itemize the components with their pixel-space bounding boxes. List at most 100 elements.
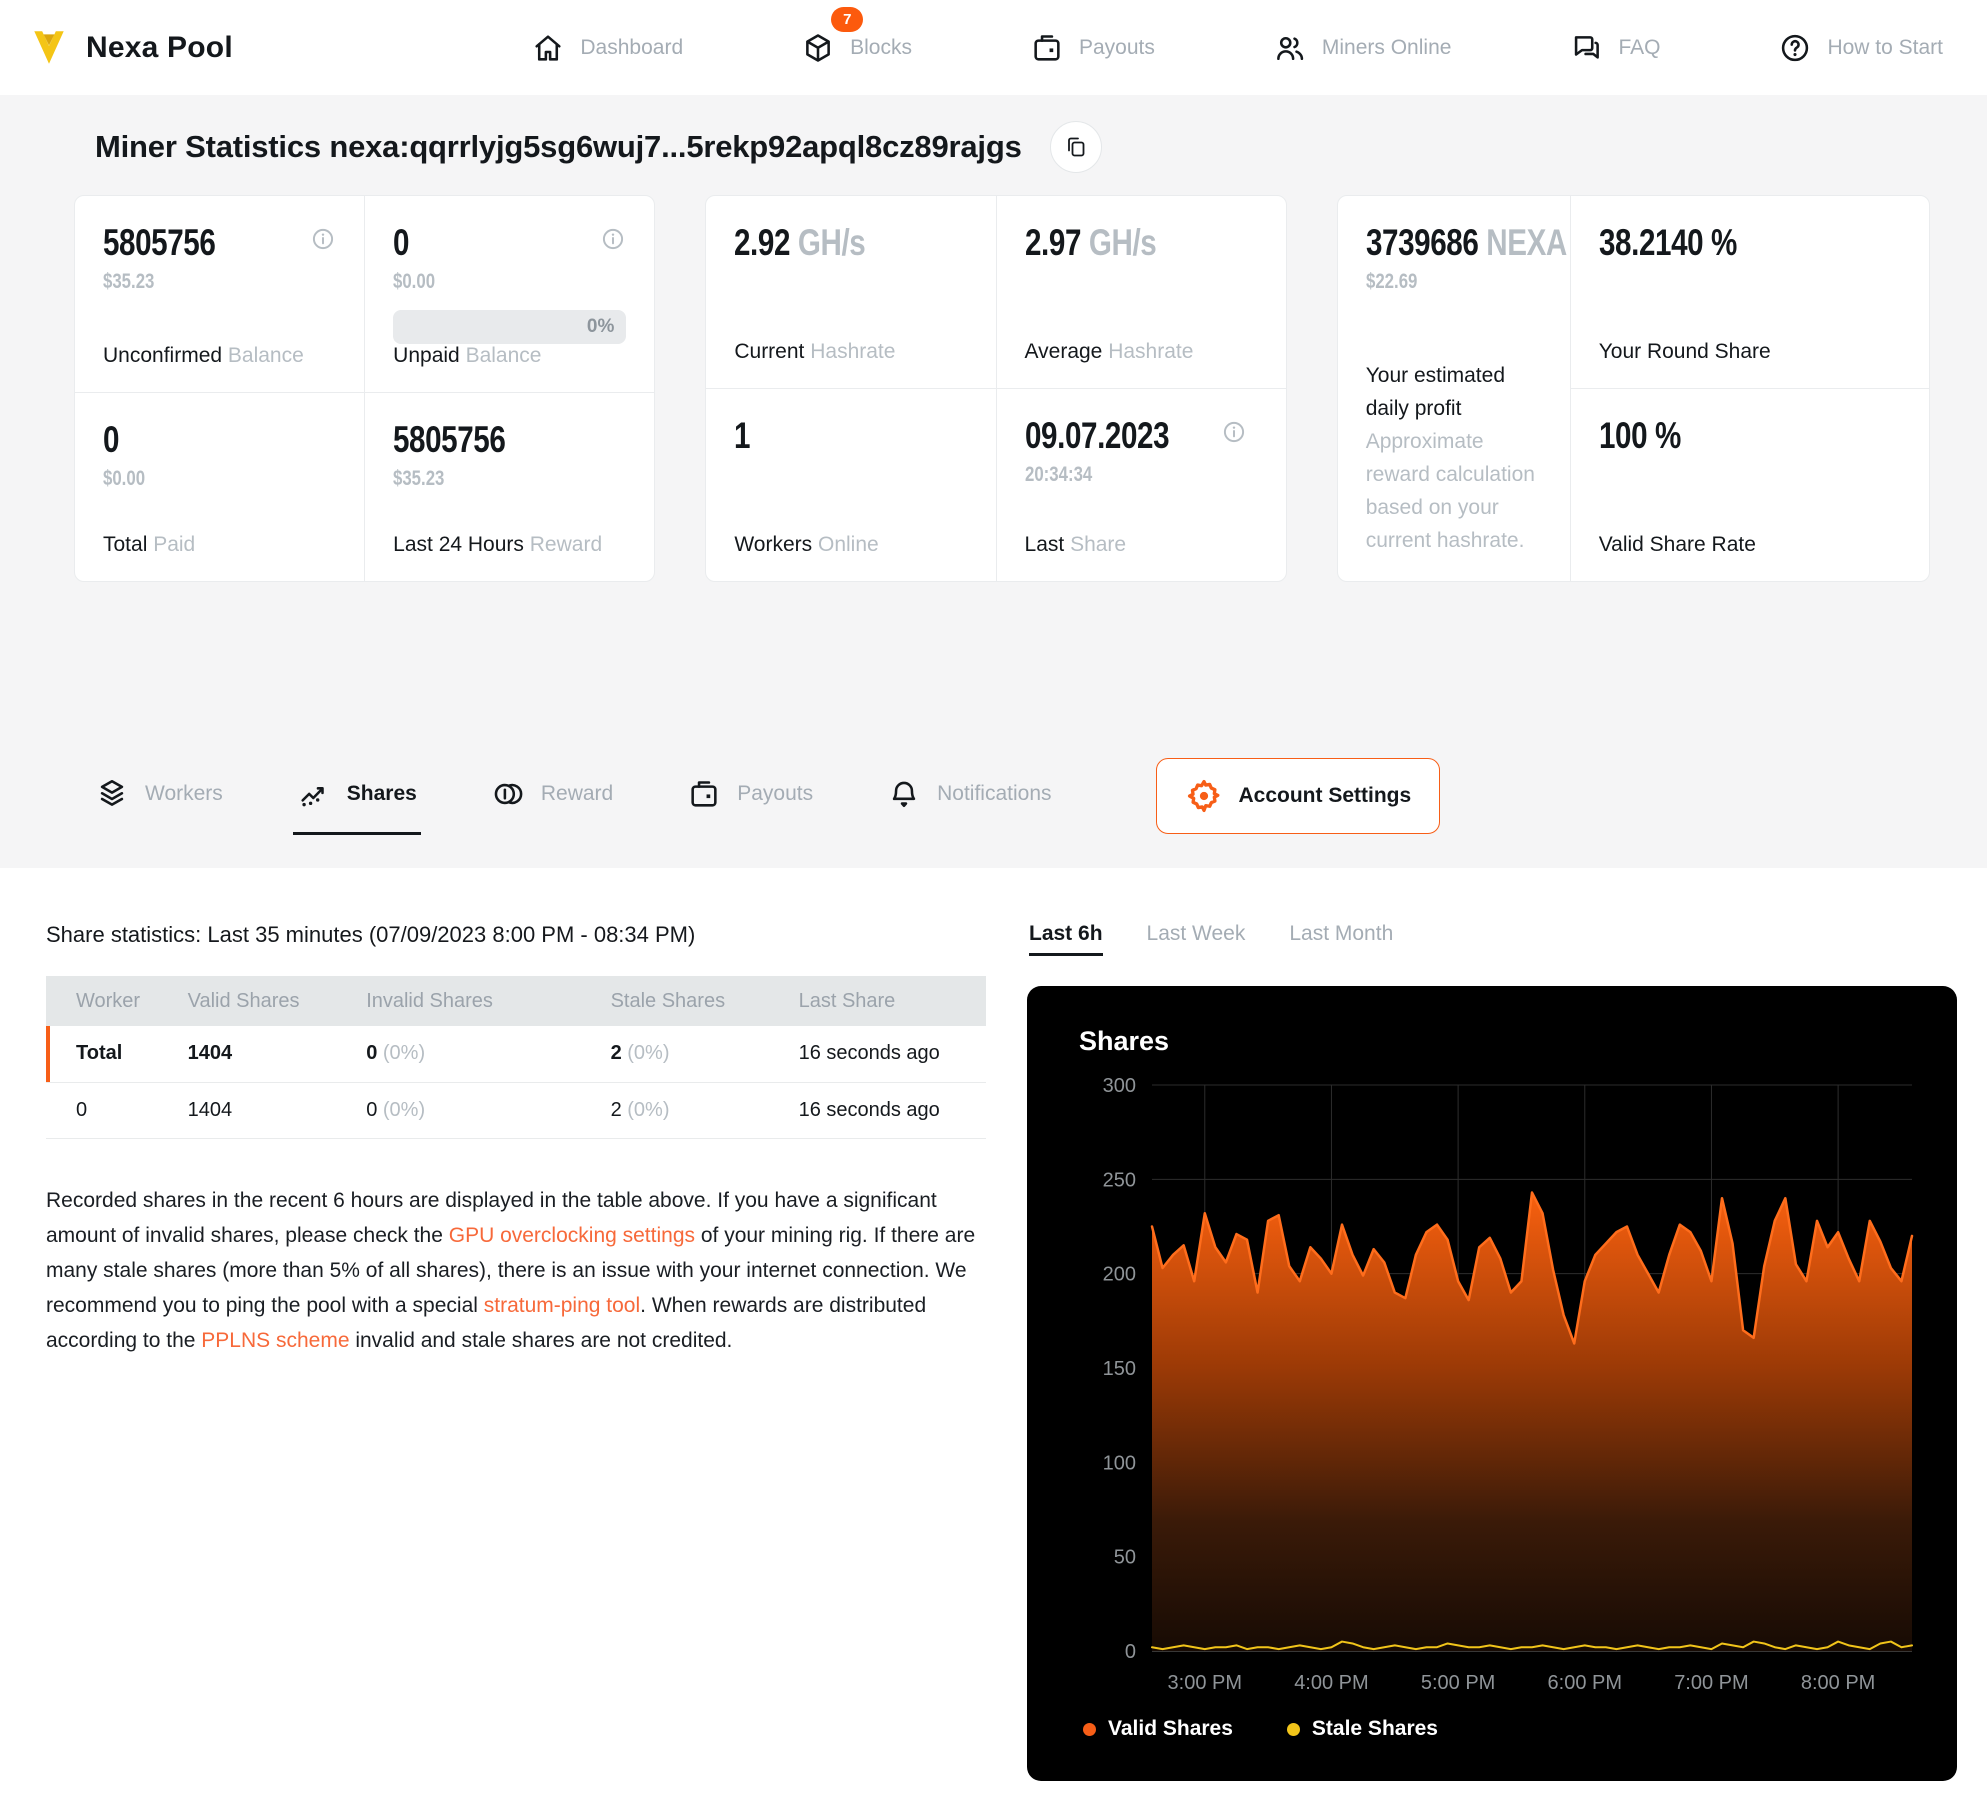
tab-reward[interactable]: Reward (491, 777, 613, 815)
top-nav: Nexa Pool Dashboard 7 Blocks Payouts Min… (0, 0, 1987, 95)
gear-icon (1187, 779, 1219, 813)
inline-link[interactable]: PPLNS scheme (201, 1329, 349, 1352)
workers-online-value: 1 (734, 415, 751, 456)
svg-text:3:00 PM: 3:00 PM (1168, 1672, 1242, 1694)
nav-blocks[interactable]: 7 Blocks (801, 6, 912, 65)
last-24h-reward-value: 5805756 (393, 419, 506, 460)
nav-dashboard[interactable]: Dashboard (531, 31, 683, 65)
unpaid-balance-value: 0 (393, 222, 410, 263)
share-stats-heading: Share statistics: Last 35 minutes (07/09… (46, 922, 696, 947)
wallet-icon (1034, 34, 1060, 61)
valid-share-rate-value: 100 % (1598, 415, 1681, 456)
svg-text:250: 250 (1103, 1169, 1136, 1191)
round-share-value: 38.2140 % (1598, 222, 1737, 263)
svg-text:4:00 PM: 4:00 PM (1294, 1672, 1368, 1694)
chart-range-tabs: Last 6h Last Week Last Month (1027, 922, 1957, 956)
tab-last-month[interactable]: Last Month (1289, 922, 1393, 956)
balance-cards: 5805756 $35.23 Unconfirmed Balance 0 $0.… (74, 195, 656, 582)
tab-workers[interactable]: Workers (95, 777, 223, 815)
share-statistics-panel: Share statistics: Last 35 minutes (07/09… (46, 922, 995, 1781)
card-label: Unconfirmed Balance (103, 344, 304, 367)
tab-payouts[interactable]: Payouts (687, 777, 813, 815)
total-paid-value: 0 (103, 419, 120, 460)
unconfirmed-balance-value: 5805756 (103, 222, 216, 263)
main-nav: Dashboard 7 Blocks Payouts Miners Online (531, 6, 1943, 65)
card-label: Workers Online (734, 533, 879, 556)
table-row-total[interactable]: Total 1404 0 (0%) 2 (0%) 16 seconds ago (46, 1026, 986, 1083)
daily-profit-label: Your estimated daily profit (1365, 364, 1505, 420)
card-label: Current Hashrate (734, 340, 896, 363)
svg-text:150: 150 (1103, 1358, 1136, 1380)
round-share-cards: 38.2140 % Your Round Share 3739686 NEXA … (1336, 195, 1931, 582)
svg-text:0: 0 (1125, 1641, 1136, 1663)
svg-text:300: 300 (1103, 1075, 1136, 1097)
page-title: Miner Statistics nexa:qqrrlyjg5sg6wuj7..… (95, 129, 1022, 164)
brand-name: Nexa Pool (86, 30, 233, 64)
shares-area-chart[interactable]: 0 50 100 150 200 250 300 3:00 PM 4:00 PM 5:00 PM 6… (1057, 1071, 1927, 1696)
shares-explanation-text: Recorded shares in the recent 6 hours ar… (46, 1188, 976, 1352)
miner-statistics-section: Miner Statistics nexa:qqrrlyjg5sg6wuj7..… (0, 95, 1987, 868)
nav-label: Miners Online (1321, 35, 1452, 59)
tab-shares[interactable]: Shares (292, 777, 421, 835)
last-24h-reward-card: 5805756 $35.23 Last 24 Hours Reward (365, 393, 655, 581)
nav-faq[interactable]: FAQ (1569, 31, 1660, 65)
current-hashrate-value: 2.92 (734, 222, 791, 263)
unpaid-progress-bar: 0% (393, 310, 627, 344)
copy-address-button[interactable] (1049, 121, 1102, 173)
svg-text:6:00 PM: 6:00 PM (1548, 1672, 1622, 1694)
unpaid-progress-label: 0% (586, 316, 615, 337)
hashrate-unit: GH/s (1088, 222, 1156, 263)
table-header-row: Worker Valid Shares Invalid Shares Stale… (46, 976, 986, 1026)
section-tabs: Workers Shares Reward Payouts Notificati… (57, 758, 1930, 835)
card-label: Your Round Share (1598, 340, 1771, 363)
chat-icon (1575, 35, 1600, 59)
legend-label: Stale Shares (1311, 1717, 1438, 1740)
last-share-card: 09.07.2023 20:34:34 Last Share (996, 389, 1286, 581)
daily-profit-value: 3739686 (1365, 222, 1479, 263)
col-valid-shares: Valid Shares (177, 976, 357, 1026)
daily-profit-note: Approximate reward calculation based on … (1365, 430, 1535, 552)
bell-icon (892, 781, 916, 808)
last-share-time: 20:34:34 (1024, 463, 1092, 486)
table-row[interactable]: 0 1404 0 (0%) 2 (0%) 16 seconds ago (46, 1082, 986, 1139)
unpaid-balance-card: 0 $0.00 0% Unpaid Balance (365, 196, 655, 392)
chart-title: Shares (1079, 1026, 1170, 1056)
valid-share-rate-card: 100 % Valid Share Rate (1570, 389, 1930, 581)
wallet-icon (691, 781, 717, 807)
unpaid-balance-usd: $0.00 (393, 270, 436, 293)
account-settings-button[interactable]: Account Settings (1155, 758, 1441, 834)
nav-how-to-start[interactable]: How to Start (1778, 31, 1943, 65)
question-circle-icon (1782, 34, 1809, 61)
svg-text:8:00 PM: 8:00 PM (1801, 1672, 1875, 1694)
nav-miners-online[interactable]: Miners Online (1273, 31, 1452, 65)
coins-icon (494, 783, 523, 805)
nav-label: FAQ (1618, 35, 1661, 59)
tab-last-6h[interactable]: Last 6h (1029, 922, 1103, 956)
card-label: Last Share (1024, 533, 1127, 556)
cube-icon (806, 33, 831, 62)
daily-profit-usd: $22.69 (1365, 270, 1418, 293)
card-label: Last 24 Hours Reward (393, 533, 603, 556)
brand[interactable]: Nexa Pool (28, 27, 233, 69)
nav-payouts[interactable]: Payouts (1030, 31, 1155, 65)
info-icon[interactable] (1221, 419, 1247, 445)
unconfirmed-balance-usd: $35.23 (103, 270, 155, 293)
average-hashrate-value: 2.97 (1024, 222, 1081, 263)
chart-legend: Valid Shares Stale Shares (1057, 1717, 1927, 1741)
col-last-share: Last Share (788, 976, 986, 1026)
card-label: Valid Share Rate (1598, 533, 1756, 556)
legend-item[interactable]: Valid Shares (1083, 1717, 1233, 1741)
info-icon[interactable] (600, 226, 626, 252)
hashrate-unit: GH/s (798, 222, 866, 263)
inline-link[interactable]: GPU overclocking settings (449, 1224, 695, 1247)
tab-notifications[interactable]: Notifications (887, 777, 1052, 815)
shares-chart-card: Shares 0 50 100 150 200 250 300 3:00 PM 4:00 PM 5… (1027, 986, 1957, 1781)
shares-table: Worker Valid Shares Invalid Shares Stale… (46, 976, 986, 1139)
info-icon[interactable] (310, 226, 336, 252)
nexa-logo-icon (34, 30, 64, 64)
inline-link[interactable]: stratum-ping tool (484, 1294, 640, 1317)
tab-last-week[interactable]: Last Week (1147, 922, 1246, 956)
hashrate-cards: 2.92 GH/s Current Hashrate 2.97 GH/s Ave… (705, 195, 1287, 582)
shares-chart-panel: Last 6h Last Week Last Month Shares 0 50 1… (1027, 922, 1957, 1781)
legend-item[interactable]: Stale Shares (1286, 1717, 1438, 1741)
